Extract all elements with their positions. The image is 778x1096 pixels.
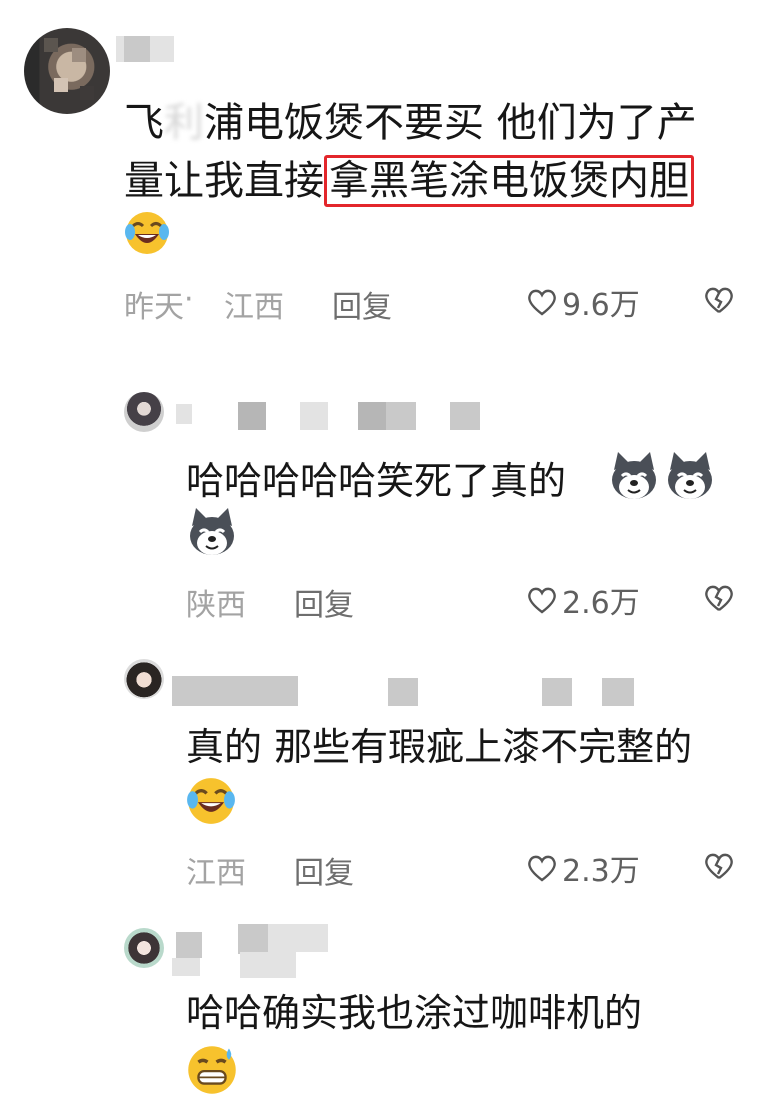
reply-button[interactable]: 回复: [332, 282, 392, 326]
comment-time: 昨天: [124, 290, 184, 325]
like-button[interactable]: 2.6万: [526, 578, 640, 622]
grinning-sweat-icon: [186, 1044, 238, 1094]
avatar[interactable]: [124, 659, 164, 699]
reply-text: 真的 那些有瑕疵上漆不完整的: [186, 725, 693, 769]
husky-dog-icon: [664, 450, 716, 502]
censored-char: 利: [164, 100, 204, 146]
username-blurred[interactable]: [176, 932, 202, 958]
username-blurred-part: [238, 924, 268, 954]
highlighted-phrase: 拿黑笔涂电饭煲内胆: [324, 155, 694, 207]
comment-text: 飞利浦电饭煲不要买 他们为了产量让我直接 拿黑笔涂电饭煲内胆: [124, 94, 734, 210]
reply-text: 哈哈确实我也涂过咖啡机的: [186, 991, 643, 1035]
username-blurred[interactable]: [172, 676, 298, 706]
reply-button[interactable]: 回复: [294, 848, 354, 892]
username-blurred-part: [300, 402, 328, 430]
like-button[interactable]: 2.3万: [526, 846, 640, 890]
username-blurred-part: [268, 924, 328, 952]
like-count: 2.3万: [562, 854, 640, 889]
dislike-broken-heart-icon[interactable]: [703, 285, 735, 315]
heart-icon: [526, 585, 558, 615]
username-blurred-part: [542, 678, 572, 706]
username-blurred-part: [124, 36, 150, 62]
like-button[interactable]: 9.6万: [526, 280, 640, 324]
heart-icon: [526, 287, 558, 317]
username-blurred-part: [602, 678, 634, 706]
comment-location: 江西: [224, 290, 284, 325]
avatar[interactable]: [124, 392, 164, 432]
avatar[interactable]: [24, 28, 110, 114]
reply-location: 江西: [186, 856, 246, 891]
husky-dog-icon: [186, 506, 238, 558]
username-blurred-part: [450, 402, 480, 430]
username-blurred-part: [172, 958, 200, 976]
reply-text: 哈哈哈哈哈笑死了真的: [186, 459, 567, 503]
dislike-broken-heart-icon[interactable]: [703, 851, 735, 881]
like-count: 9.6万: [562, 288, 640, 323]
username-blurred-part: [240, 952, 296, 978]
heart-icon: [526, 853, 558, 883]
username-blurred-part: [388, 678, 418, 706]
avatar[interactable]: [124, 928, 164, 968]
comment-text-start: 飞: [124, 100, 164, 146]
username-blurred-part: [238, 402, 266, 430]
laughing-tears-icon: [186, 776, 236, 826]
laughing-tears-icon: [124, 210, 170, 256]
reply-button[interactable]: 回复: [294, 580, 354, 624]
like-count: 2.6万: [562, 586, 640, 621]
username-blurred[interactable]: [176, 404, 192, 424]
username-blurred-part: [358, 402, 386, 430]
meta-separator: ·: [184, 282, 194, 317]
username-blurred-part: [386, 402, 416, 430]
dislike-broken-heart-icon[interactable]: [703, 583, 735, 613]
husky-dog-icon: [608, 450, 660, 502]
reply-location: 陕西: [186, 588, 246, 623]
